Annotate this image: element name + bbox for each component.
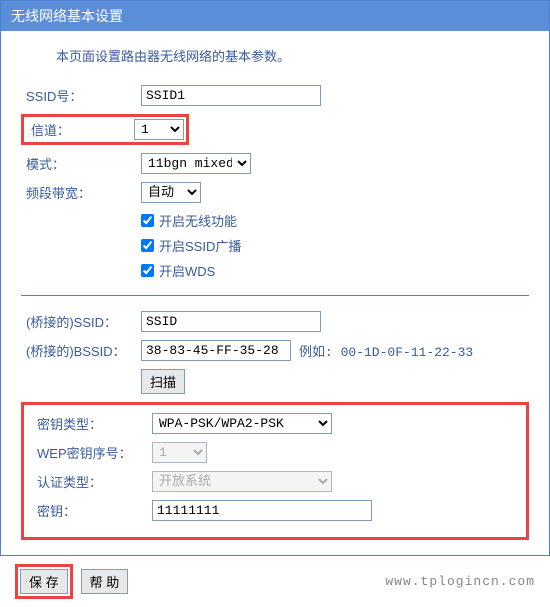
channel-label: 信道： [26,120,134,139]
enable-ssid-broadcast-label: 开启SSID广播 [159,236,241,255]
bssid-example-hint: 例如: 00-1D-0F-11-22-33 [299,341,473,360]
bridged-bssid-input[interactable] [141,340,291,361]
key-type-select[interactable]: WPA-PSK/WPA2-PSK [152,413,332,434]
help-button[interactable]: 帮 助 [81,569,129,594]
enable-wireless-checkbox[interactable] [141,214,154,227]
wep-index-label: WEP密钥序号： [32,443,152,462]
enable-ssid-broadcast-checkbox[interactable] [141,239,154,252]
bridged-bssid-label: (桥接的)BSSID： [21,341,141,360]
ssid-label: SSID号： [21,86,141,105]
description-text: 本页面设置路由器无线网络的基本参数。 [56,46,529,65]
bandwidth-label: 频段带宽： [21,183,141,202]
bandwidth-select[interactable]: 自动 [141,182,201,203]
key-input[interactable] [152,500,372,521]
scan-button[interactable]: 扫描 [141,369,185,394]
enable-wireless-label: 开启无线功能 [159,211,237,230]
mode-label: 模式： [21,154,141,173]
save-button[interactable]: 保 存 [20,569,68,594]
bridged-ssid-input[interactable] [141,311,321,332]
divider [21,295,529,296]
enable-wds-label: 开启WDS [159,261,215,280]
wep-index-select: 1 [152,442,207,463]
watermark-text: www.tplogincn.com [385,574,535,589]
window-title: 无线网络基本设置 [1,1,549,31]
channel-select[interactable]: 1 [134,119,184,140]
mode-select[interactable]: 11bgn mixed [141,153,251,174]
ssid-input[interactable] [141,85,321,106]
bridged-ssid-label: (桥接的)SSID： [21,312,141,331]
key-type-label: 密钥类型： [32,414,152,433]
auth-type-select: 开放系统 [152,471,332,492]
enable-wds-checkbox[interactable] [141,264,154,277]
auth-type-label: 认证类型： [32,472,152,491]
key-label: 密钥： [32,501,152,520]
